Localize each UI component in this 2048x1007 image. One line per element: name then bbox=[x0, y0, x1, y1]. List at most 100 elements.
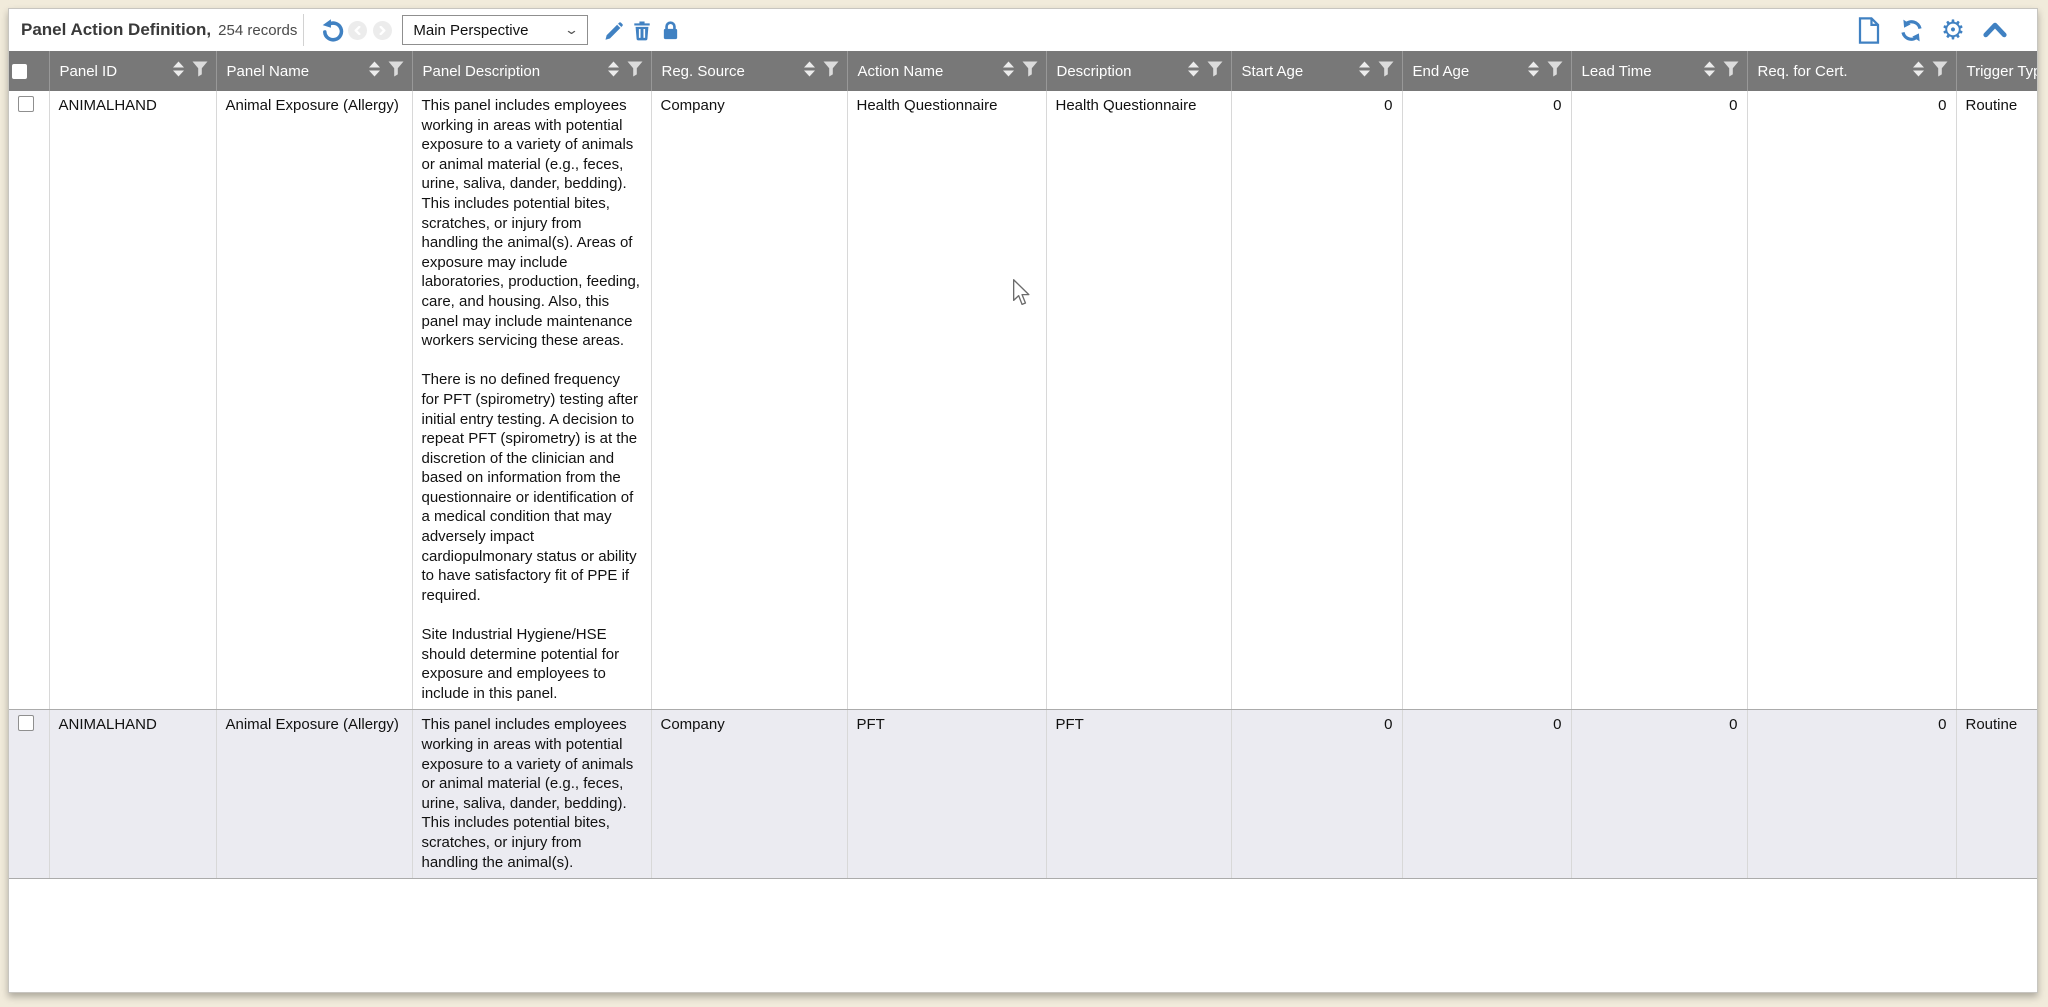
row-checkbox[interactable] bbox=[18, 96, 34, 112]
cell-reg-source: Company bbox=[651, 709, 848, 880]
page-title: Panel Action Definition, 254 records bbox=[21, 20, 297, 40]
row-select-cell bbox=[9, 709, 50, 880]
cell-lead-time: 0 bbox=[1571, 709, 1748, 880]
chevron-down-icon: ⌄ bbox=[564, 22, 580, 37]
lock-perspective-button[interactable] bbox=[656, 16, 684, 44]
header-select bbox=[9, 51, 50, 91]
cell-panel-description: This panel includes employees working in… bbox=[412, 91, 652, 711]
filter-icon[interactable] bbox=[1022, 61, 1038, 81]
header-panel-id[interactable]: Panel ID bbox=[49, 51, 217, 91]
cell-panel-name: Animal Exposure (Allergy) bbox=[216, 91, 413, 711]
filter-icon[interactable] bbox=[1207, 61, 1223, 81]
chevron-up-icon bbox=[1982, 20, 2008, 40]
sort-icon[interactable] bbox=[1527, 61, 1540, 81]
cell-end-age: 0 bbox=[1402, 709, 1572, 880]
cell-reg-source: Company bbox=[651, 91, 848, 711]
cell-trigger-type: Routine bbox=[1956, 709, 2037, 880]
gear-icon: ⚙ bbox=[1940, 14, 1966, 46]
row-select-cell bbox=[9, 91, 50, 711]
cell-start-age: 0 bbox=[1231, 709, 1403, 880]
sort-icon[interactable] bbox=[607, 61, 620, 81]
cell-trigger-type: Routine bbox=[1956, 91, 2037, 711]
refresh-button[interactable] bbox=[1897, 16, 1925, 44]
header-action-name[interactable]: Action Name bbox=[847, 51, 1047, 91]
sort-icon[interactable] bbox=[1703, 61, 1716, 81]
header-description[interactable]: Description bbox=[1046, 51, 1232, 91]
cell-req-for-cert: 0 bbox=[1747, 709, 1957, 880]
undo-icon bbox=[320, 18, 345, 43]
cell-panel-id: ANIMALHAND bbox=[49, 91, 217, 711]
sort-icon[interactable] bbox=[1187, 61, 1200, 81]
panel-action-definition-window: Panel Action Definition, 254 records Mai… bbox=[8, 8, 2038, 993]
delete-perspective-button[interactable] bbox=[628, 16, 656, 44]
filter-icon[interactable] bbox=[1932, 61, 1948, 81]
forward-button[interactable] bbox=[373, 20, 393, 40]
column-label: Start Age bbox=[1241, 62, 1304, 80]
cell-action-name: PFT bbox=[847, 709, 1047, 880]
sort-icon[interactable] bbox=[1358, 61, 1371, 81]
cell-description: PFT bbox=[1046, 709, 1232, 880]
filter-icon[interactable] bbox=[823, 61, 839, 81]
settings-button[interactable]: ⚙ bbox=[1939, 16, 1967, 44]
undo-button[interactable] bbox=[318, 16, 346, 44]
column-label: Panel Description bbox=[422, 62, 541, 80]
column-label: Action Name bbox=[857, 62, 944, 80]
select-all-checkbox[interactable] bbox=[12, 63, 27, 79]
cell-panel-name: Animal Exposure (Allergy) bbox=[216, 709, 413, 880]
cell-action-name: Health Questionnaire bbox=[847, 91, 1047, 711]
header-reg-source[interactable]: Reg. Source bbox=[651, 51, 848, 91]
cell-description: Health Questionnaire bbox=[1046, 91, 1232, 711]
sort-icon[interactable] bbox=[1002, 61, 1015, 81]
column-label: Description bbox=[1056, 62, 1132, 80]
header-lead-time[interactable]: Lead Time bbox=[1571, 51, 1748, 91]
history-nav bbox=[348, 20, 393, 40]
header-req-for-cert[interactable]: Req. for Cert. bbox=[1747, 51, 1957, 91]
column-label: Trigger Type bbox=[1966, 62, 2038, 80]
filter-icon[interactable] bbox=[388, 61, 404, 81]
toolbar: Panel Action Definition, 254 records Mai… bbox=[9, 9, 2037, 51]
cell-req-for-cert: 0 bbox=[1747, 91, 1957, 711]
column-label: End Age bbox=[1412, 62, 1470, 80]
table-row[interactable]: ANIMALHAND Animal Exposure (Allergy) Thi… bbox=[9, 91, 2037, 711]
column-label: Panel Name bbox=[226, 62, 310, 80]
new-document-icon bbox=[1857, 16, 1881, 44]
header-end-age[interactable]: End Age bbox=[1402, 51, 1572, 91]
toolbar-divider bbox=[303, 14, 305, 46]
table-body: ANIMALHAND Animal Exposure (Allergy) Thi… bbox=[9, 91, 2037, 880]
sort-icon[interactable] bbox=[1912, 61, 1925, 81]
column-label: Req. for Cert. bbox=[1757, 62, 1848, 80]
refresh-icon bbox=[1898, 18, 1925, 43]
edit-perspective-button[interactable] bbox=[600, 16, 628, 44]
column-label: Lead Time bbox=[1581, 62, 1652, 80]
header-start-age[interactable]: Start Age bbox=[1231, 51, 1403, 91]
perspective-select[interactable]: Main Perspective ⌄ bbox=[402, 15, 589, 45]
sort-icon[interactable] bbox=[368, 61, 381, 81]
cell-panel-id: ANIMALHAND bbox=[49, 709, 217, 880]
filter-icon[interactable] bbox=[1378, 61, 1394, 81]
cell-lead-time: 0 bbox=[1571, 91, 1748, 711]
lock-icon bbox=[660, 19, 681, 42]
header-trigger-type[interactable]: Trigger Type bbox=[1956, 51, 2038, 91]
filter-icon[interactable] bbox=[1547, 61, 1563, 81]
collapse-panel-button[interactable] bbox=[1981, 16, 2009, 44]
table-row[interactable]: ANIMALHAND Animal Exposure (Allergy) Thi… bbox=[9, 709, 2037, 880]
panel-action-table: Panel ID Panel Name Panel Description Re… bbox=[9, 51, 2038, 880]
new-record-button[interactable] bbox=[1855, 16, 1883, 44]
row-checkbox[interactable] bbox=[18, 715, 34, 732]
chevron-right-icon bbox=[373, 20, 393, 40]
perspective-select-value: Main Perspective bbox=[413, 21, 529, 39]
back-button[interactable] bbox=[348, 20, 368, 40]
table-header: Panel ID Panel Name Panel Description Re… bbox=[9, 51, 2038, 91]
header-panel-name[interactable]: Panel Name bbox=[216, 51, 413, 91]
filter-icon[interactable] bbox=[192, 61, 208, 81]
pencil-icon bbox=[603, 19, 626, 42]
sort-icon[interactable] bbox=[172, 61, 185, 81]
chevron-left-icon bbox=[348, 20, 368, 40]
cell-start-age: 0 bbox=[1231, 91, 1403, 711]
filter-icon[interactable] bbox=[1723, 61, 1739, 81]
header-panel-description[interactable]: Panel Description bbox=[412, 51, 652, 91]
sort-icon[interactable] bbox=[803, 61, 816, 81]
page-title-text: Panel Action Definition, bbox=[21, 20, 212, 39]
filter-icon[interactable] bbox=[627, 61, 643, 81]
cell-panel-description: This panel includes employees working in… bbox=[412, 709, 652, 880]
